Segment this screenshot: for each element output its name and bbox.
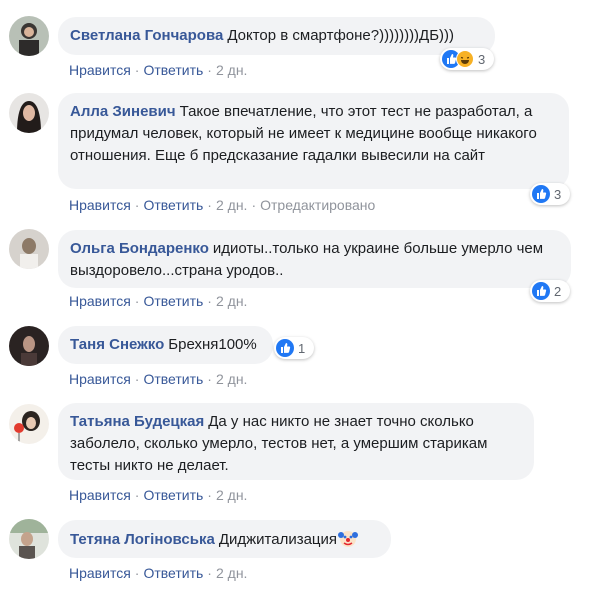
reaction-summary[interactable]: 3 [440, 48, 494, 70]
reply-link[interactable]: Ответить [143, 371, 203, 387]
reaction-summary[interactable]: 3 [530, 183, 570, 205]
reaction-summary[interactable]: 2 [530, 280, 570, 302]
reply-link[interactable]: Ответить [143, 487, 203, 503]
like-link[interactable]: Нравится [69, 197, 131, 213]
comment-author[interactable]: Светлана Гончарова [70, 27, 223, 44]
like-link[interactable]: Нравится [69, 487, 131, 503]
comment-actions: Нравится · Ответить · 2 дн. [69, 61, 247, 79]
separator: · [134, 487, 140, 503]
separator: · [134, 371, 140, 387]
avatar[interactable] [9, 326, 49, 366]
avatar[interactable] [9, 519, 49, 559]
separator: · [134, 293, 140, 309]
separator: · [207, 487, 212, 503]
reply-link[interactable]: Ответить [143, 62, 203, 78]
comment-actions: Нравится · Ответить · 2 дн. [69, 370, 247, 388]
like-icon [532, 282, 550, 300]
comment-author[interactable]: Алла Зиневич [70, 103, 176, 120]
separator: · [134, 62, 140, 78]
avatar[interactable] [9, 93, 49, 133]
separator: · [134, 565, 140, 581]
comment-text: Диджитализация [218, 531, 338, 548]
reaction-count: 1 [298, 340, 306, 356]
comment-actions: Нравится · Ответить · 2 дн. [69, 486, 247, 504]
separator: · [251, 197, 257, 213]
like-icon [532, 185, 550, 203]
like-link[interactable]: Нравится [69, 62, 131, 78]
avatar[interactable] [9, 16, 49, 56]
reaction-summary[interactable]: 1 [274, 337, 314, 359]
comment-author[interactable]: Ольга Бондаренко [70, 240, 209, 257]
comment-author[interactable]: Татьяна Будецкая [70, 413, 204, 430]
avatar[interactable] [9, 229, 49, 269]
edited-label[interactable]: Отредактировано [260, 197, 375, 213]
comment-bubble: Светлана Гончарова Доктор в смартфоне?)))… [58, 17, 495, 55]
reaction-count: 3 [554, 186, 562, 202]
timestamp[interactable]: 2 дн. [216, 197, 247, 213]
timestamp[interactable]: 2 дн. [216, 371, 247, 387]
comment-bubble: Таня Снежко Брехня100% [58, 326, 273, 364]
comment-bubble: Татьяна Будецкая Да у нас никто не знает … [58, 403, 534, 480]
timestamp[interactable]: 2 дн. [216, 487, 247, 503]
like-link[interactable]: Нравится [69, 293, 131, 309]
timestamp[interactable]: 2 дн. [216, 62, 247, 78]
reply-link[interactable]: Ответить [143, 197, 203, 213]
separator: · [207, 565, 212, 581]
separator: · [207, 62, 212, 78]
comment-actions: Нравится · Ответить · 2 дн. [69, 292, 247, 310]
comment-actions: Нравится · Ответить · 2 дн. [69, 564, 247, 582]
laugh-icon [456, 50, 474, 68]
reaction-count: 2 [554, 283, 562, 299]
timestamp[interactable]: 2 дн. [216, 293, 247, 309]
comment-bubble: Ольга Бондаренко идиоты..только на украин… [58, 230, 571, 288]
comment-author[interactable]: Таня Снежко [70, 336, 164, 353]
timestamp[interactable]: 2 дн. [216, 565, 247, 581]
separator: · [207, 293, 212, 309]
comment-bubble: Тетяна Логіновська Диджитализация [58, 520, 391, 558]
comment-bubble: Алла Зиневич Такое впечатление, что этот … [58, 93, 569, 189]
comment-actions: Нравится · Ответить · 2 дн. · Отредактировано [69, 196, 375, 214]
separator: · [207, 197, 212, 213]
reaction-count: 3 [478, 51, 486, 67]
comment-text: Доктор в смартфоне?))))))))ДБ))) [227, 27, 455, 44]
like-link[interactable]: Нравится [69, 371, 131, 387]
separator: · [207, 371, 212, 387]
separator: · [134, 197, 140, 213]
reply-link[interactable]: Ответить [143, 293, 203, 309]
clown-face-icon [338, 528, 359, 548]
like-link[interactable]: Нравится [69, 565, 131, 581]
comment-text: Брехня100% [168, 336, 257, 353]
reply-link[interactable]: Ответить [143, 565, 203, 581]
avatar[interactable] [9, 404, 49, 444]
comment-author[interactable]: Тетяна Логіновська [70, 531, 215, 548]
like-icon [276, 339, 294, 357]
